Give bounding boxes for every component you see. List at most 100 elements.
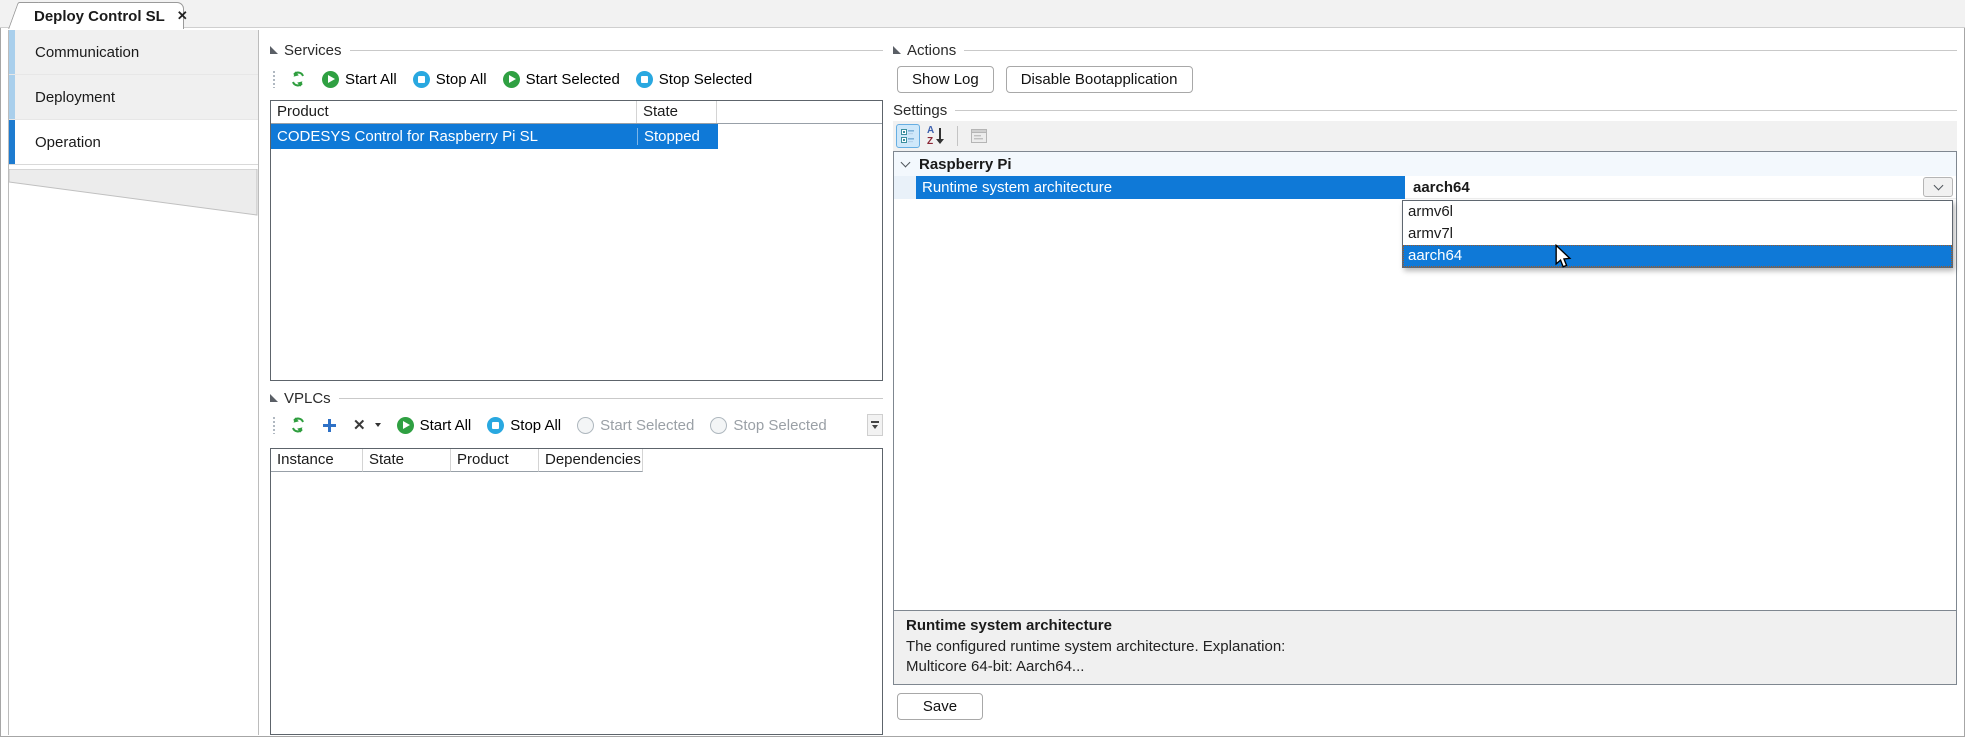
vplcs-stop-selected-button-disabled: Stop Selected: [702, 416, 834, 434]
services-title: Services: [284, 41, 342, 59]
sidebar-item-communication[interactable]: Communication: [9, 30, 258, 75]
right-panel: Actions Show Log Disable Bootapplication…: [893, 42, 1957, 720]
start-all-label: Start All: [345, 70, 397, 88]
column-header-product[interactable]: Product: [271, 101, 637, 123]
column-header-instance[interactable]: Instance: [271, 449, 363, 472]
tab-strip: Deploy Control SL ✕: [0, 0, 1965, 29]
dropdown-option-armv7l[interactable]: armv7l: [1403, 223, 1952, 245]
header-divider: [964, 49, 1957, 51]
category-label: Raspberry Pi: [919, 155, 1012, 173]
category-row-raspberry-pi[interactable]: Raspberry Pi: [894, 152, 1956, 176]
property-name: Runtime system architecture: [916, 176, 1405, 199]
cell-product: CODESYS Control for Raspberry Pi SL: [277, 128, 538, 145]
toolbar-grip: [272, 416, 276, 434]
property-value-text: aarch64: [1413, 178, 1470, 196]
vplcs-add-button[interactable]: [314, 418, 345, 433]
tab-deploy-control[interactable]: Deploy Control SL ✕: [22, 2, 188, 29]
save-button[interactable]: Save: [897, 693, 983, 720]
collapse-triangle-icon[interactable]: [893, 46, 901, 54]
start-selected-label: Start Selected: [600, 416, 695, 434]
deploy-control-window: Deploy Control SL ✕ Communication Deploy…: [0, 0, 1965, 737]
header-divider: [955, 109, 1957, 111]
property-description-panel: Runtime system architecture The configur…: [894, 610, 1956, 684]
categorized-view-button[interactable]: [896, 124, 920, 148]
disable-bootapplication-button[interactable]: Disable Bootapplication: [1005, 66, 1193, 93]
description-title: Runtime system architecture: [906, 617, 1112, 634]
chevron-down-icon[interactable]: [900, 157, 911, 168]
vplcs-start-all-button[interactable]: Start All: [389, 416, 480, 434]
overflow-bar-icon: [871, 421, 879, 423]
collapse-triangle-icon[interactable]: [270, 394, 278, 402]
vplcs-table-header: Instance State Product Dependencies: [271, 449, 882, 472]
stop-selected-label: Stop Selected: [733, 416, 827, 434]
services-header: Services: [270, 41, 883, 59]
column-header-product[interactable]: Product: [451, 449, 539, 472]
vplcs-group: VPLCs ✕ Start All Stop All Start Selecte…: [270, 390, 883, 735]
vplcs-header: VPLCs: [270, 389, 883, 407]
refresh-icon: [292, 417, 304, 433]
play-icon: [502, 70, 520, 88]
sidebar-item-operation[interactable]: Operation: [9, 120, 258, 165]
sidebar-tail-shape: [9, 169, 258, 216]
stop-selected-label: Stop Selected: [658, 70, 753, 88]
sidebar-item-label: Communication: [35, 43, 140, 61]
sidebar-accent-bar: [9, 75, 15, 119]
actions-title: Actions: [907, 41, 957, 59]
description-line-2: Multicore 64-bit: Aarch64...: [906, 657, 1085, 675]
header-divider: [338, 397, 883, 399]
value-dropdown-button[interactable]: [1923, 177, 1953, 197]
stop-all-label: Stop All: [435, 70, 487, 88]
toolbar-overflow-button[interactable]: [867, 414, 883, 436]
sidebar-item-deployment[interactable]: Deployment: [9, 75, 258, 120]
toolbar-separator: [957, 126, 958, 146]
delete-dropdown-caret-icon[interactable]: [374, 423, 381, 427]
show-log-button[interactable]: Show Log: [897, 66, 994, 93]
vplcs-title: VPLCs: [284, 389, 331, 407]
dropdown-option-aarch64-selected[interactable]: aarch64: [1403, 245, 1952, 267]
vplcs-stop-all-button[interactable]: Stop All: [479, 416, 569, 434]
start-all-label: Start All: [419, 416, 472, 434]
cell-state: Stopped: [637, 128, 717, 145]
sidebar-item-label: Deployment: [35, 88, 116, 106]
services-stop-all-button[interactable]: Stop All: [405, 70, 495, 88]
architecture-dropdown-list: armv6l armv7l aarch64: [1402, 200, 1953, 268]
services-stop-selected-button[interactable]: Stop Selected: [628, 70, 760, 88]
property-pages-button-disabled: [967, 124, 991, 148]
play-icon-disabled: [577, 416, 595, 434]
sidebar-accent-bar: [9, 120, 15, 164]
sort-alphabetical-button[interactable]: AZ: [924, 124, 948, 148]
tab-close-icon[interactable]: ✕: [177, 8, 188, 24]
vplcs-delete-button[interactable]: ✕: [345, 418, 389, 433]
property-value-cell[interactable]: aarch64: [1405, 176, 1956, 199]
vplcs-table: Instance State Product Dependencies: [270, 448, 883, 735]
property-pages-icon: [971, 129, 987, 143]
header-divider: [349, 49, 883, 51]
column-header-state[interactable]: State: [637, 101, 717, 123]
overflow-caret-icon: [872, 425, 878, 429]
services-start-selected-button[interactable]: Start Selected: [495, 70, 628, 88]
vplcs-refresh-button[interactable]: [282, 417, 314, 433]
column-header-state[interactable]: State: [363, 449, 451, 472]
services-start-all-button[interactable]: Start All: [314, 70, 405, 88]
services-toolbar: Start All Stop All Start Selected Stop S…: [270, 66, 883, 92]
vplcs-start-selected-button-disabled: Start Selected: [569, 416, 702, 434]
actions-header: Actions: [893, 41, 1957, 59]
stop-icon: [487, 416, 505, 434]
services-refresh-button[interactable]: [282, 71, 314, 87]
collapse-triangle-icon[interactable]: [270, 46, 278, 54]
stop-icon: [412, 70, 430, 88]
play-icon: [322, 70, 339, 88]
column-header-dependencies[interactable]: Dependencies: [539, 449, 643, 472]
refresh-icon: [292, 71, 304, 87]
dropdown-option-armv6l[interactable]: armv6l: [1403, 201, 1952, 223]
sidebar-accent-bar: [9, 30, 15, 74]
property-row-runtime-architecture[interactable]: Runtime system architecture aarch64: [894, 176, 1956, 199]
sort-az-icon: AZ: [926, 125, 946, 147]
services-row-codesys-control[interactable]: CODESYS Control for Raspberry Pi SL Stop…: [271, 124, 718, 149]
tab-title: Deploy Control SL: [34, 7, 165, 25]
toolbar-grip: [272, 70, 276, 88]
stop-all-label: Stop All: [510, 416, 562, 434]
settings-header: Settings: [893, 101, 1957, 119]
chevron-down-icon: [1933, 180, 1943, 191]
vplcs-toolbar: ✕ Start All Stop All Start Selected Stop…: [270, 412, 883, 438]
